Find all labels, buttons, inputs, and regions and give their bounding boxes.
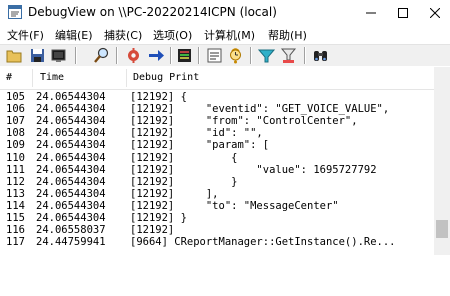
row-debug-print: [12192] bbox=[130, 224, 175, 237]
scrollbar-thumb[interactable] bbox=[436, 220, 448, 238]
row-debug-print: [12192] "param": [ bbox=[130, 139, 270, 152]
column-divider[interactable] bbox=[32, 69, 33, 87]
row-number: 117 bbox=[6, 236, 25, 249]
row-number: 108 bbox=[6, 127, 25, 140]
table-row[interactable]: 116 24.06558037 [12192] bbox=[0, 224, 434, 236]
row-time: 24.06544304 bbox=[36, 187, 106, 200]
maximize-button[interactable] bbox=[388, 0, 418, 25]
capture-monitor-icon[interactable] bbox=[50, 47, 67, 64]
menu-capture[interactable]: 捕获(C) bbox=[104, 27, 142, 43]
row-debug-print: [12192] } bbox=[130, 212, 187, 224]
scroll-list-icon[interactable] bbox=[206, 47, 223, 64]
capture-settings-icon[interactable] bbox=[125, 47, 142, 64]
table-row[interactable]: 110 24.06544304 [12192] { bbox=[0, 152, 434, 164]
row-number: 112 bbox=[6, 175, 25, 188]
table-row[interactable]: 114 24.06544304 [12192] "to": "MessageCe… bbox=[0, 200, 434, 212]
save-icon[interactable] bbox=[29, 47, 46, 64]
row-debug-print: [12192] "from": "ControlCenter", bbox=[130, 115, 358, 128]
row-debug-print: [12192] "to": "MessageCenter" bbox=[130, 199, 339, 212]
row-time: 24.06544304 bbox=[36, 115, 106, 128]
row-number: 113 bbox=[6, 187, 25, 200]
menu-file[interactable]: 文件(F) bbox=[7, 27, 44, 43]
menu-help[interactable]: 帮助(H) bbox=[268, 27, 307, 43]
table-row[interactable]: 115 24.06544304 [12192] } bbox=[0, 212, 434, 224]
row-number: 107 bbox=[6, 115, 25, 128]
table-row[interactable]: 113 24.06544304 [12192] ], bbox=[0, 188, 434, 200]
time-format-icon[interactable] bbox=[227, 47, 244, 64]
row-time: 24.06544304 bbox=[36, 91, 106, 103]
row-number: 115 bbox=[6, 212, 25, 224]
row-number: 109 bbox=[6, 139, 25, 152]
toolbar-separator bbox=[198, 47, 200, 64]
toolbar-separator bbox=[250, 47, 252, 64]
vertical-scrollbar[interactable] bbox=[434, 67, 450, 255]
toolbar-separator bbox=[116, 47, 118, 64]
window-title: DebugView on \\PC-20220214ICPN (local) bbox=[28, 5, 277, 19]
table-row[interactable]: 106 24.06544304 [12192] "eventid": "GET_… bbox=[0, 103, 434, 115]
table-row[interactable]: 107 24.06544304 [12192] "from": "Control… bbox=[0, 115, 434, 127]
toolbar-separator bbox=[75, 47, 77, 64]
menu-options[interactable]: 选项(O) bbox=[153, 27, 192, 43]
row-number: 114 bbox=[6, 199, 25, 212]
filter-icon[interactable] bbox=[258, 47, 275, 64]
row-number: 110 bbox=[6, 151, 25, 164]
row-number: 106 bbox=[6, 103, 25, 116]
row-number: 116 bbox=[6, 224, 25, 237]
debug-output-list[interactable]: # Time Debug Print 105 24.06544304 [1219… bbox=[0, 67, 434, 255]
close-icon bbox=[430, 7, 440, 18]
row-number: 111 bbox=[6, 163, 25, 176]
table-row[interactable]: 109 24.06544304 [12192] "param": [ bbox=[0, 139, 434, 151]
row-debug-print: [12192] "eventid": "GET_VOICE_VALUE", bbox=[130, 103, 390, 116]
row-debug-print: [9664] CReportManager::GetInstance().Re.… bbox=[130, 236, 396, 249]
table-row[interactable]: 105 24.06544304 [12192] { bbox=[0, 91, 434, 103]
close-button[interactable] bbox=[420, 0, 450, 25]
title-bar: DebugView on \\PC-20220214ICPN (local) bbox=[0, 0, 450, 25]
menu-bar: 文件(F) 编辑(E) 捕获(C) 选项(O) 计算机(M) 帮助(H) bbox=[0, 25, 450, 44]
row-debug-print: [12192] "value": 1695727792 bbox=[130, 163, 377, 176]
open-folder-icon[interactable] bbox=[6, 47, 23, 64]
table-row[interactable]: 108 24.06544304 [12192] "id": "", bbox=[0, 127, 434, 139]
minimize-button[interactable] bbox=[356, 0, 386, 25]
row-time: 24.06544304 bbox=[36, 199, 106, 212]
menu-computer[interactable]: 计算机(M) bbox=[204, 27, 255, 43]
highlight-filter-icon[interactable] bbox=[280, 47, 297, 64]
row-time: 24.06544304 bbox=[36, 163, 106, 176]
menu-edit[interactable]: 编辑(E) bbox=[55, 27, 93, 43]
forward-arrow-icon[interactable] bbox=[148, 47, 165, 64]
column-header-time[interactable]: Time bbox=[40, 67, 64, 89]
row-debug-print: [12192] ], bbox=[130, 187, 219, 200]
find-magnifier-icon[interactable] bbox=[93, 47, 110, 64]
row-time: 24.06544304 bbox=[36, 175, 106, 188]
row-debug-print: [12192] "id": "", bbox=[130, 127, 263, 140]
row-number: 105 bbox=[6, 91, 25, 103]
row-time: 24.06544304 bbox=[36, 103, 106, 116]
toolbar bbox=[0, 45, 450, 66]
row-time: 24.06544304 bbox=[36, 212, 106, 224]
column-divider[interactable] bbox=[126, 69, 127, 87]
row-time: 24.06544304 bbox=[36, 151, 106, 164]
row-time: 24.06544304 bbox=[36, 139, 106, 152]
toolbar-separator bbox=[170, 47, 172, 64]
row-time: 24.06544304 bbox=[36, 127, 106, 140]
table-row[interactable]: 112 24.06544304 [12192] } bbox=[0, 176, 434, 188]
column-header-debug-print[interactable]: Debug Print bbox=[133, 67, 199, 89]
table-row[interactable]: 111 24.06544304 [12192] "value": 1695727… bbox=[0, 164, 434, 176]
table-row[interactable]: 117 24.44759941 [9664] CReportManager::G… bbox=[0, 236, 434, 248]
binoculars-icon[interactable] bbox=[312, 47, 329, 64]
row-debug-print: [12192] { bbox=[130, 151, 238, 164]
maximize-icon bbox=[398, 7, 408, 18]
row-debug-print: [12192] { bbox=[130, 91, 187, 103]
debugview-app-icon bbox=[8, 5, 22, 19]
minimize-icon bbox=[366, 12, 376, 13]
column-header-number[interactable]: # bbox=[6, 67, 12, 89]
row-debug-print: [12192] } bbox=[130, 175, 238, 188]
clear-display-icon[interactable] bbox=[176, 47, 193, 64]
toolbar-separator bbox=[304, 47, 306, 64]
list-header: # Time Debug Print bbox=[0, 67, 434, 90]
row-time: 24.06558037 bbox=[36, 224, 106, 237]
row-time: 24.44759941 bbox=[36, 236, 106, 249]
